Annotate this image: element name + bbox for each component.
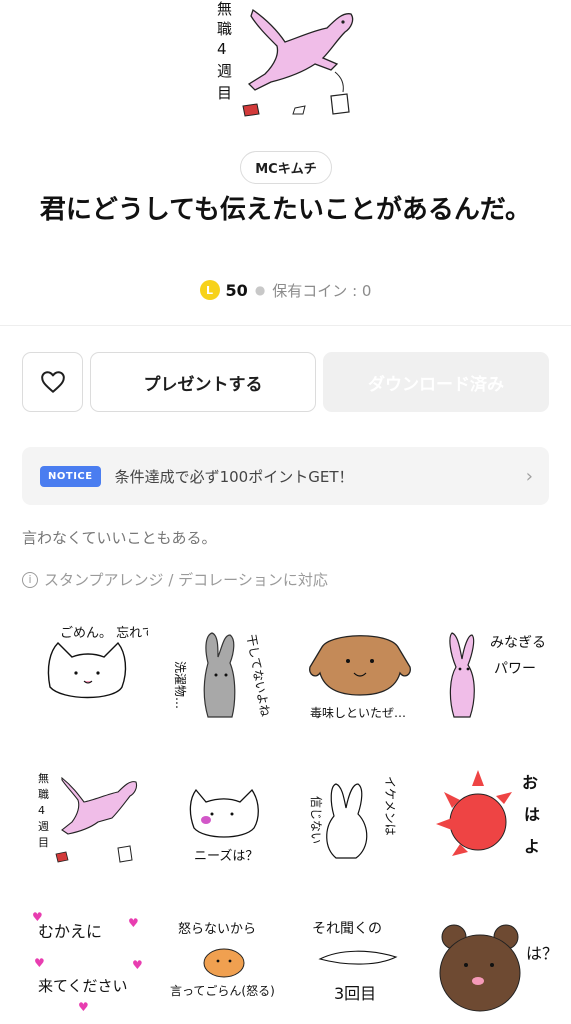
- author-chip[interactable]: MCキムチ: [240, 151, 332, 184]
- author-name: MCキムチ: [255, 162, 317, 177]
- owned-coins: 保有コイン : 0: [272, 281, 372, 300]
- svg-text:洗濯物…: 洗濯物…: [173, 661, 187, 709]
- price-row: L 50 ● 保有コイン : 0: [0, 277, 571, 303]
- notice-text: 条件達成で必ず100ポイントGET！: [114, 467, 354, 486]
- sticker-sentakumono[interactable]: 洗濯物… 干してないよね: [164, 617, 284, 727]
- svg-text:来てください: 来てください: [38, 977, 128, 995]
- sticker-sanbaime[interactable]: それ聞くの 3回目: [300, 907, 420, 1017]
- hero-text-1: 無: [217, 0, 232, 18]
- sticker-needs[interactable]: ニーズは？: [164, 762, 284, 872]
- svg-text:むかえに: むかえに: [38, 922, 102, 941]
- svg-text:よ: よ: [524, 837, 540, 856]
- feature-text: スタンプアレンジ / デコレーションに対応: [44, 571, 328, 589]
- svg-text:イケメンは: イケメンは: [383, 776, 397, 836]
- product-title: 君にどうしても伝えたいことがあるんだ。: [39, 195, 532, 225]
- sticker-text: ニーズは？: [194, 848, 258, 864]
- sticker-mukae[interactable]: むかえに 来てください ♥ ♥ ♥ ♥ ♥: [28, 907, 148, 1017]
- hero-text-5: 目: [217, 84, 232, 102]
- info-icon: i: [22, 571, 38, 588]
- product-description: 言わなくていいこともある。: [22, 529, 217, 547]
- svg-text:目: 目: [38, 836, 49, 849]
- svg-text:♥: ♥: [132, 958, 143, 972]
- svg-text:♥: ♥: [32, 910, 43, 924]
- svg-text:♥: ♥: [34, 956, 45, 970]
- svg-text:信じない: 信じない: [309, 796, 323, 844]
- price-amount: 50: [225, 280, 248, 300]
- sticker-text: 毒味しといたぜ…: [310, 706, 406, 720]
- sticker-dokumi[interactable]: 毒味しといたぜ…: [300, 617, 420, 727]
- svg-text:♥: ♥: [78, 1000, 89, 1014]
- sticker-grid: ごめん。 忘れてた 洗濯物… 干してないよね 毒味しといたぜ… みなぎる パワー: [22, 617, 558, 1024]
- notice-badge: NOTICE: [40, 465, 101, 487]
- svg-text:怒らないから: 怒らないから: [178, 922, 256, 937]
- svg-text:3回目: 3回目: [334, 984, 376, 1003]
- sticker-ikemen[interactable]: 信じない イケメンは: [300, 762, 420, 872]
- hero-text-3: 4: [217, 40, 227, 58]
- svg-text:♥: ♥: [128, 916, 139, 930]
- svg-text:お: お: [522, 773, 538, 792]
- heart-icon: [40, 371, 65, 393]
- svg-text:言ってごらん(怒る): 言ってごらん(怒る): [170, 983, 275, 998]
- sticker-okoranai[interactable]: 怒らないから 言ってごらん(怒る): [164, 907, 284, 1017]
- svg-text:は: は: [524, 805, 540, 824]
- sticker-text: ごめん。 忘れてた: [60, 625, 148, 641]
- chevron-right-icon: ›: [525, 465, 533, 487]
- svg-text:それ聞くの: それ聞くの: [312, 921, 382, 937]
- sticker-ha[interactable]: は？: [432, 907, 558, 1017]
- svg-text:職: 職: [38, 788, 49, 801]
- svg-text:無: 無: [38, 771, 49, 785]
- feature-note: i スタンプアレンジ / デコレーションに対応: [22, 569, 328, 590]
- sticker-mushoku[interactable]: 無 職 4 週 目: [28, 762, 148, 872]
- sticker-text: は？: [526, 944, 552, 963]
- line-coin-icon: L: [199, 280, 220, 300]
- svg-text:パワー: パワー: [494, 661, 536, 677]
- present-label: プレゼントする: [143, 374, 263, 395]
- separator-dot: ●: [254, 283, 266, 297]
- hero-sticker-image: 無 職 4 週 目: [205, 0, 365, 128]
- download-button[interactable]: ダウンロード済み: [323, 352, 549, 412]
- notice-banner[interactable]: NOTICE 条件達成で必ず100ポイントGET！ ›: [22, 447, 549, 505]
- sticker-gomen[interactable]: ごめん。 忘れてた: [28, 617, 168, 727]
- download-label: ダウンロード済み: [368, 374, 504, 395]
- svg-text:4: 4: [38, 804, 45, 817]
- sticker-minagiru[interactable]: みなぎる パワー: [432, 617, 552, 727]
- svg-text:干してないよね: 干してないよね: [244, 633, 272, 718]
- svg-text:みなぎる: みなぎる: [490, 635, 546, 651]
- sticker-ohayo[interactable]: お は よ: [432, 762, 552, 872]
- hero-text-2: 職: [217, 20, 232, 38]
- hero-text-4: 週: [217, 62, 232, 80]
- divider: [0, 325, 571, 326]
- like-button[interactable]: [22, 352, 83, 412]
- svg-text:週: 週: [38, 820, 49, 833]
- present-button[interactable]: プレゼントする: [90, 352, 316, 412]
